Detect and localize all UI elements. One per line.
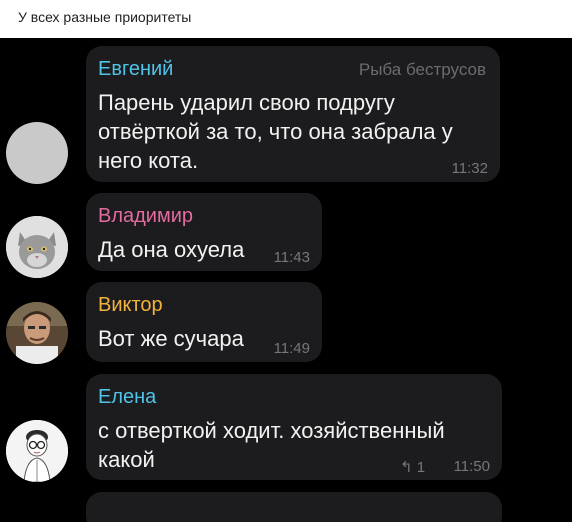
avatar[interactable] bbox=[6, 122, 68, 184]
sender-name[interactable]: Елена bbox=[98, 386, 156, 409]
message-time: 11:32 bbox=[451, 160, 488, 177]
man-photo-avatar[interactable] bbox=[6, 302, 68, 364]
chat-screenshot: Евгений Рыба беструсов Парень ударил сво… bbox=[0, 38, 572, 522]
cat-avatar[interactable] bbox=[6, 216, 68, 278]
forwarded-from-label[interactable]: Рыба беструсов bbox=[359, 60, 486, 80]
sender-name[interactable]: Виктор bbox=[98, 294, 163, 317]
person-photo-icon bbox=[6, 302, 68, 364]
message-text: Парень ударил свою подругу отвёрткой за … bbox=[98, 90, 453, 173]
message-bubble[interactable]: Владимир Да она охуела 11:43 bbox=[86, 193, 322, 271]
message-bubble[interactable]: Виктор Вот же сучара 11:49 bbox=[86, 282, 322, 362]
sender-name[interactable]: Евгений bbox=[98, 58, 173, 81]
message-time: 11:43 bbox=[273, 249, 310, 266]
message-text: с отверткой ходит. хозяйственный какой bbox=[98, 418, 445, 472]
reply-arrow-icon: ↰ bbox=[400, 459, 413, 476]
message-bubble[interactable]: Елена с отверткой ходит. хозяйственный к… bbox=[86, 374, 502, 480]
reply-count: 1 bbox=[416, 459, 426, 476]
message-time: 11:49 bbox=[273, 340, 310, 357]
message-text: Вот же сучара bbox=[98, 326, 244, 351]
post-caption: У всех разные приоритеты bbox=[18, 9, 192, 25]
message-bubble[interactable]: Евгений Рыба беструсов Парень ударил сво… bbox=[86, 46, 500, 182]
partial-message-bubble[interactable] bbox=[86, 492, 502, 522]
message-text: Да она охуела bbox=[98, 237, 245, 262]
girl-drawing-avatar[interactable] bbox=[6, 420, 68, 482]
message-time: 11:50 bbox=[453, 458, 490, 475]
sender-name[interactable]: Владимир bbox=[98, 205, 193, 228]
cat-icon bbox=[6, 216, 68, 278]
girl-drawing-icon bbox=[6, 420, 68, 482]
replies-indicator[interactable]: ↰ 1 bbox=[400, 458, 425, 476]
